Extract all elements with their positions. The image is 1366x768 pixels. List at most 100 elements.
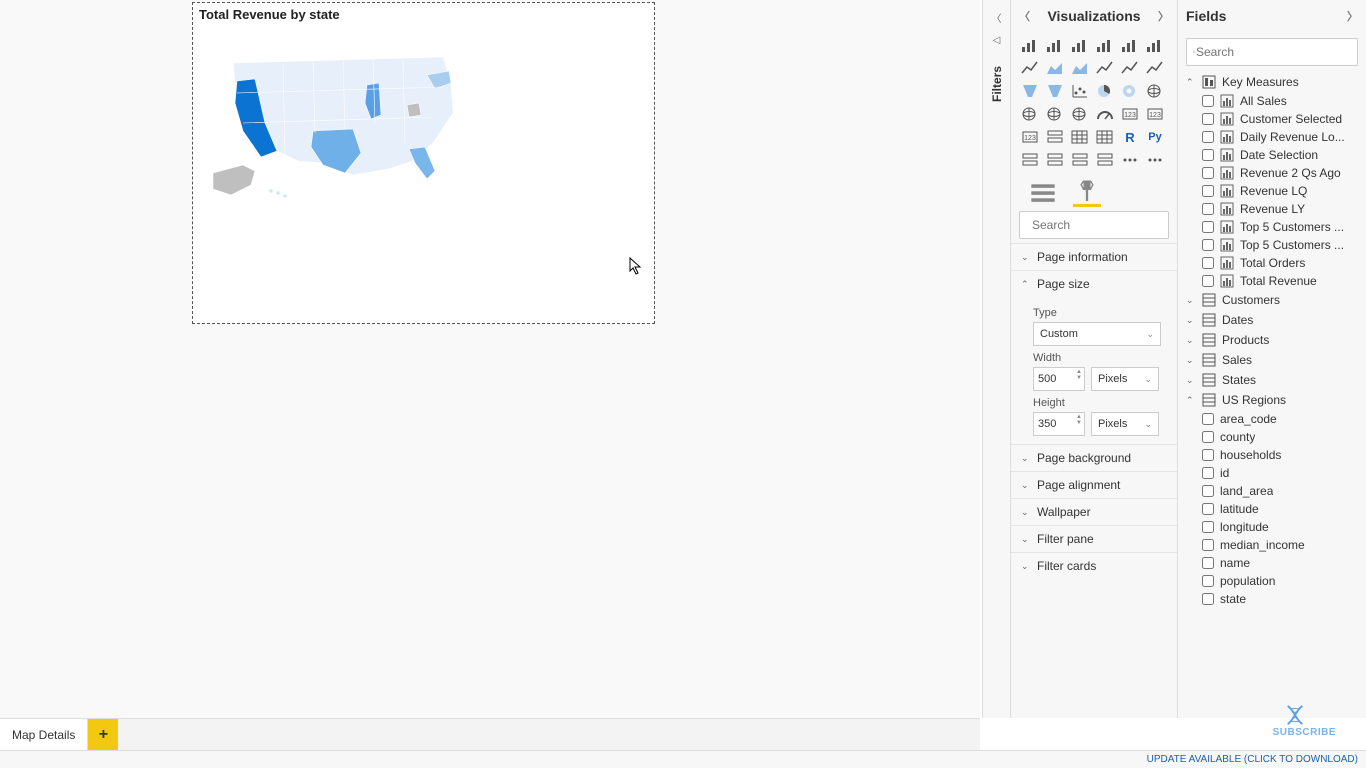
viz-type-clustered-column-icon[interactable] (1094, 35, 1116, 55)
section-wallpaper[interactable]: ⌄Wallpaper (1011, 498, 1177, 525)
viz-type-hundred-column-icon[interactable] (1144, 35, 1166, 55)
field-checkbox[interactable] (1202, 575, 1214, 587)
field-population[interactable]: population (1178, 572, 1366, 590)
map-visual-container[interactable]: Total Revenue by state (192, 2, 655, 324)
type-select[interactable]: Custom ⌄ (1033, 322, 1161, 346)
viz-type-py-script-icon[interactable]: Py (1144, 127, 1166, 147)
viz-type-gauge-icon[interactable] (1094, 104, 1116, 124)
viz-type-treemap-icon[interactable] (1144, 81, 1166, 101)
field-checkbox[interactable] (1202, 521, 1214, 533)
table-sales[interactable]: ⌄Sales (1178, 350, 1366, 370)
field-customer-selected[interactable]: Customer Selected (1178, 110, 1366, 128)
viz-type-paginated-icon[interactable] (1094, 150, 1116, 170)
chevron-right-icon[interactable]: 〉 (1347, 8, 1358, 24)
viz-type-donut-icon[interactable] (1119, 81, 1141, 101)
field-checkbox[interactable] (1202, 203, 1214, 215)
viz-type-map-icon[interactable] (1019, 104, 1041, 124)
field-daily-revenue-lo-[interactable]: Daily Revenue Lo... (1178, 128, 1366, 146)
chevron-left-icon[interactable]: 〈 (992, 10, 1002, 25)
add-page-button[interactable]: + (88, 719, 118, 750)
filters-pane-collapsed[interactable]: 〈 ◁ Filters (982, 0, 1010, 718)
field-checkbox[interactable] (1202, 275, 1214, 287)
viz-type-stacked-area-icon[interactable] (1069, 58, 1091, 78)
field-checkbox[interactable] (1202, 557, 1214, 569)
fields-tab-icon[interactable] (1029, 181, 1057, 203)
field-checkbox[interactable] (1202, 593, 1214, 605)
table-dates[interactable]: ⌄Dates (1178, 310, 1366, 330)
viz-type-pie-icon[interactable] (1094, 81, 1116, 101)
table-products[interactable]: ⌄Products (1178, 330, 1366, 350)
field-checkbox[interactable] (1202, 239, 1214, 251)
viz-type-waterfall-icon[interactable] (1019, 81, 1041, 101)
field-total-revenue[interactable]: Total Revenue (1178, 272, 1366, 290)
viz-type-stacked-bar-icon[interactable] (1019, 35, 1041, 55)
field-checkbox[interactable] (1202, 167, 1214, 179)
field-name[interactable]: name (1178, 554, 1366, 572)
viz-type-r-script-icon[interactable]: R (1119, 127, 1141, 147)
us-map-icon[interactable] (203, 33, 473, 213)
viz-type-stacked-column-icon[interactable] (1044, 35, 1066, 55)
field-date-selection[interactable]: Date Selection (1178, 146, 1366, 164)
field-checkbox[interactable] (1202, 131, 1214, 143)
viz-type-table-icon[interactable] (1069, 127, 1091, 147)
format-tab-icon[interactable] (1073, 181, 1101, 203)
section-filter-pane[interactable]: ⌄Filter pane (1011, 525, 1177, 552)
page-tab-map-details[interactable]: Map Details (0, 719, 88, 750)
viz-type-filled-map-icon[interactable] (1044, 104, 1066, 124)
field-checkbox[interactable] (1202, 257, 1214, 269)
fields-search-input[interactable] (1196, 45, 1351, 59)
viz-search-input[interactable] (1032, 218, 1177, 232)
field-latitude[interactable]: latitude (1178, 500, 1366, 518)
viz-type-shape-map-icon[interactable] (1069, 104, 1091, 124)
height-unit-select[interactable]: Pixels ⌄ (1091, 412, 1159, 436)
field-area-code[interactable]: area_code (1178, 410, 1366, 428)
field-checkbox[interactable] (1202, 95, 1214, 107)
table-customers[interactable]: ⌄Customers (1178, 290, 1366, 310)
width-input[interactable]: 500 ▲▼ (1033, 367, 1085, 391)
field-checkbox[interactable] (1202, 221, 1214, 233)
field-land-area[interactable]: land_area (1178, 482, 1366, 500)
field-checkbox[interactable] (1202, 431, 1214, 443)
table-key-measures[interactable]: ⌃Key Measures (1178, 72, 1366, 92)
section-page-alignment[interactable]: ⌄Page alignment (1011, 471, 1177, 498)
spinner-icon[interactable]: ▲▼ (1076, 369, 1082, 381)
viz-type-area-icon[interactable] (1044, 58, 1066, 78)
report-canvas[interactable]: Total Revenue by state (0, 0, 980, 718)
viz-type-line-clustered-col-icon[interactable] (1119, 58, 1141, 78)
viz-type-kpi-icon[interactable]: 123 (1019, 127, 1041, 147)
field-checkbox[interactable] (1202, 539, 1214, 551)
field-checkbox[interactable] (1202, 503, 1214, 515)
height-input[interactable]: 350 ▲▼ (1033, 412, 1085, 436)
width-unit-select[interactable]: Pixels ⌄ (1091, 367, 1159, 391)
spinner-icon[interactable]: ▲▼ (1076, 414, 1082, 426)
field-total-orders[interactable]: Total Orders (1178, 254, 1366, 272)
section-page-information[interactable]: ⌄ Page information (1011, 243, 1177, 270)
viz-type-slicer-icon[interactable] (1044, 127, 1066, 147)
field-checkbox[interactable] (1202, 485, 1214, 497)
field-median-income[interactable]: median_income (1178, 536, 1366, 554)
field-top-5-customers-[interactable]: Top 5 Customers ... (1178, 236, 1366, 254)
viz-type-key-influencer-icon[interactable] (1019, 150, 1041, 170)
field-checkbox[interactable] (1202, 185, 1214, 197)
chevron-right-icon[interactable]: 〉 (1158, 8, 1169, 24)
field-checkbox[interactable] (1202, 449, 1214, 461)
field-county[interactable]: county (1178, 428, 1366, 446)
field-all-sales[interactable]: All Sales (1178, 92, 1366, 110)
fields-search[interactable] (1186, 38, 1358, 66)
update-available-link[interactable]: UPDATE AVAILABLE (CLICK TO DOWNLOAD) (1147, 754, 1358, 765)
viz-type-more-icon[interactable] (1119, 150, 1141, 170)
field-state[interactable]: state (1178, 590, 1366, 608)
section-page-background[interactable]: ⌄Page background (1011, 444, 1177, 471)
viz-type-hundred-bar-icon[interactable] (1119, 35, 1141, 55)
field-revenue-lq[interactable]: Revenue LQ (1178, 182, 1366, 200)
viz-type-ellipsis-icon[interactable] (1144, 150, 1166, 170)
viz-type-funnel-icon[interactable] (1044, 81, 1066, 101)
table-states[interactable]: ⌄States (1178, 370, 1366, 390)
viz-type-qna-icon[interactable] (1069, 150, 1091, 170)
field-top-5-customers-[interactable]: Top 5 Customers ... (1178, 218, 1366, 236)
viz-type-card-icon[interactable]: 123 (1119, 104, 1141, 124)
viz-type-matrix-icon[interactable] (1094, 127, 1116, 147)
field-checkbox[interactable] (1202, 149, 1214, 161)
field-checkbox[interactable] (1202, 467, 1214, 479)
viz-type-line-stacked-col-icon[interactable] (1094, 58, 1116, 78)
